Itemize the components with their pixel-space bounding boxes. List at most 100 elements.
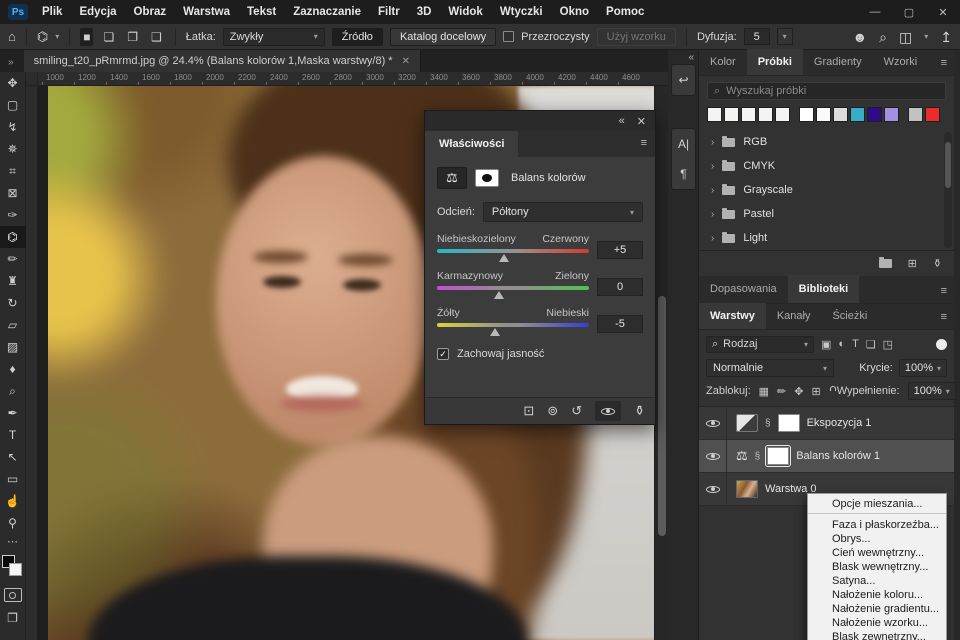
selection-add-icon[interactable]: ❏ <box>100 28 117 46</box>
menu-zaznaczanie[interactable]: Zaznaczanie <box>293 6 361 18</box>
blur-tool[interactable]: ♦ <box>0 358 26 380</box>
swatch[interactable] <box>816 107 831 122</box>
visibility-cell[interactable] <box>699 407 727 439</box>
swatch-folder-rgb[interactable]: ›RGB <box>699 130 954 154</box>
color-chips[interactable] <box>1 554 25 580</box>
tab-kanaly[interactable]: Kanały <box>766 303 822 329</box>
layer-filter-select[interactable]: ⌕ Rodzaj ▾ <box>706 336 814 353</box>
menu-plik[interactable]: Plik <box>42 6 62 18</box>
menu-obraz[interactable]: Obraz <box>134 6 167 18</box>
collapse-dock-icon[interactable]: « <box>688 52 694 63</box>
layer-name[interactable]: Ekspozycja 1 <box>807 417 872 429</box>
menu-item-cień-wewnętrzny-[interactable]: Cień wewnętrzny... <box>808 546 946 560</box>
frame-tool[interactable]: ⊠ <box>0 182 26 204</box>
selection-new-icon[interactable]: ■ <box>80 28 93 46</box>
menu-item-obrys-[interactable]: Obrys... <box>808 532 946 546</box>
panel-menu-icon[interactable]: ≡ <box>941 57 947 69</box>
new-swatch-icon[interactable]: ⊞ <box>908 257 917 270</box>
swatch[interactable] <box>707 107 722 122</box>
diffusion-input[interactable]: 5 <box>744 28 770 45</box>
menu-item-blask-zewnętrzny-[interactable]: Blask zewnętrzny... <box>808 630 946 640</box>
quick-selection-tool[interactable]: ✵ <box>0 138 26 160</box>
previous-state-icon[interactable]: ⊚ <box>547 403 558 419</box>
filter-smart-object-icon[interactable]: ◳ <box>883 338 893 351</box>
reset-icon[interactable]: ↺ <box>571 403 582 419</box>
layer-name[interactable]: Balans kolorów 1 <box>796 450 880 462</box>
menu-3d[interactable]: 3D <box>417 6 432 18</box>
search-icon[interactable]: ⌕ <box>879 30 887 44</box>
panel-menu-icon[interactable]: ≡ <box>641 137 647 149</box>
layer-mask-thumbnail[interactable] <box>778 414 800 432</box>
rectangle-tool[interactable]: ▭ <box>0 468 26 490</box>
lasso-tool[interactable]: ↯ <box>0 116 26 138</box>
tab-biblioteki[interactable]: Biblioteki <box>788 275 860 303</box>
tab-wzorki[interactable]: Wzorki <box>873 49 929 75</box>
hand-tool[interactable]: ☝ <box>0 490 26 512</box>
lock-position-icon[interactable]: ✥ <box>794 385 803 398</box>
chevron-right-icon[interactable]: › <box>711 233 714 244</box>
chevron-right-icon[interactable]: › <box>711 161 714 172</box>
pen-tool[interactable]: ✒ <box>0 402 26 424</box>
close-panel-icon[interactable]: ✕ <box>637 115 646 128</box>
tab-gradienty[interactable]: Gradienty <box>803 49 873 75</box>
close-tab-icon[interactable]: ✕ <box>402 56 410 67</box>
collapse-panel-icon[interactable]: « <box>619 115 625 127</box>
maximize-button[interactable]: ▢ <box>892 0 926 24</box>
slider-thumb[interactable] <box>494 291 504 299</box>
gradient-tool[interactable]: ▨ <box>0 336 26 358</box>
swatch[interactable] <box>884 107 899 122</box>
slider-track[interactable] <box>437 323 589 327</box>
history-panel-icon[interactable]: ↩ <box>671 65 696 95</box>
filter-type-icon[interactable]: T <box>852 338 859 350</box>
tab-probki[interactable]: Próbki <box>747 49 803 75</box>
swatch-search-input[interactable]: ⌕ Wyszukaj próbki <box>707 82 946 100</box>
blend-mode-select[interactable]: Normalnie ▾ <box>706 359 834 377</box>
eyedropper-tool[interactable]: ✑ <box>0 204 26 226</box>
screen-mode-button[interactable]: ❐ <box>7 611 18 625</box>
delete-adjustment-icon[interactable]: ⚱ <box>634 403 645 419</box>
chevron-right-icon[interactable]: › <box>711 137 714 148</box>
exposure-adjustment-icon[interactable] <box>736 414 758 432</box>
menu-item-nałożenie-wzorku-[interactable]: Nałożenie wzorku... <box>808 616 946 630</box>
tone-select[interactable]: Półtony ▾ <box>483 202 643 222</box>
filter-toggle-icon[interactable] <box>936 339 947 350</box>
chevron-down-icon[interactable]: ▾ <box>55 32 59 41</box>
swatch-scrollbar[interactable] <box>944 132 952 248</box>
color-balance-adjustment-icon[interactable]: ⚖ <box>736 448 748 464</box>
layer-row-balans-kolorow[interactable]: ⚖ § Balans kolorów 1 <box>699 440 954 473</box>
fill-select[interactable]: 100% ▾ <box>908 382 956 400</box>
quick-mask-button[interactable] <box>4 588 22 602</box>
slider-thumb[interactable] <box>490 328 500 336</box>
swatch[interactable] <box>908 107 923 122</box>
menu-item-faza-i-płaskorzeźba-[interactable]: Faza i płaskorzeźba... <box>808 518 946 532</box>
visibility-cell[interactable] <box>699 473 727 505</box>
crop-tool[interactable]: ⌗ <box>0 160 26 182</box>
swatch-folder-grayscale[interactable]: ›Grayscale <box>699 178 954 202</box>
tab-warstwy[interactable]: Warstwy <box>699 303 766 329</box>
visibility-toggle[interactable] <box>595 401 621 421</box>
menu-filtr[interactable]: Filtr <box>378 6 400 18</box>
slider-track[interactable] <box>437 286 589 290</box>
filter-shape-icon[interactable]: ❏ <box>866 338 876 351</box>
menu-item-satyna-[interactable]: Satyna... <box>808 574 946 588</box>
menu-item-nałożenie-gradientu-[interactable]: Nałożenie gradientu... <box>808 602 946 616</box>
brush-tool[interactable]: ✏ <box>0 248 26 270</box>
swatch[interactable] <box>724 107 739 122</box>
swatch[interactable] <box>833 107 848 122</box>
swatch-folder-light[interactable]: ›Light <box>699 226 954 250</box>
share-icon[interactable]: ↥ <box>940 30 952 44</box>
preserve-luminosity-checkbox[interactable]: ✓ <box>437 348 449 360</box>
lock-pixels-icon[interactable]: ✏ <box>777 385 786 398</box>
menu-item-blask-wewnętrzny-[interactable]: Blask wewnętrzny... <box>808 560 946 574</box>
tab-sciezki[interactable]: Ścieżki <box>821 303 878 329</box>
tab-properties[interactable]: Właściwości <box>425 131 518 157</box>
edit-toolbar-icon[interactable]: ⋯ <box>0 534 26 548</box>
menu-item-nałożenie-koloru-[interactable]: Nałożenie koloru... <box>808 588 946 602</box>
swatch[interactable] <box>775 107 790 122</box>
chevron-right-icon[interactable]: › <box>711 209 714 220</box>
menu-widok[interactable]: Widok <box>448 6 482 18</box>
layer-row-ekspozycja[interactable]: § Ekspozycja 1 <box>699 407 954 440</box>
character-panel-icon[interactable]: A| <box>671 129 696 159</box>
home-icon[interactable]: ⌂ <box>8 30 16 43</box>
minimize-button[interactable]: — <box>858 0 892 24</box>
